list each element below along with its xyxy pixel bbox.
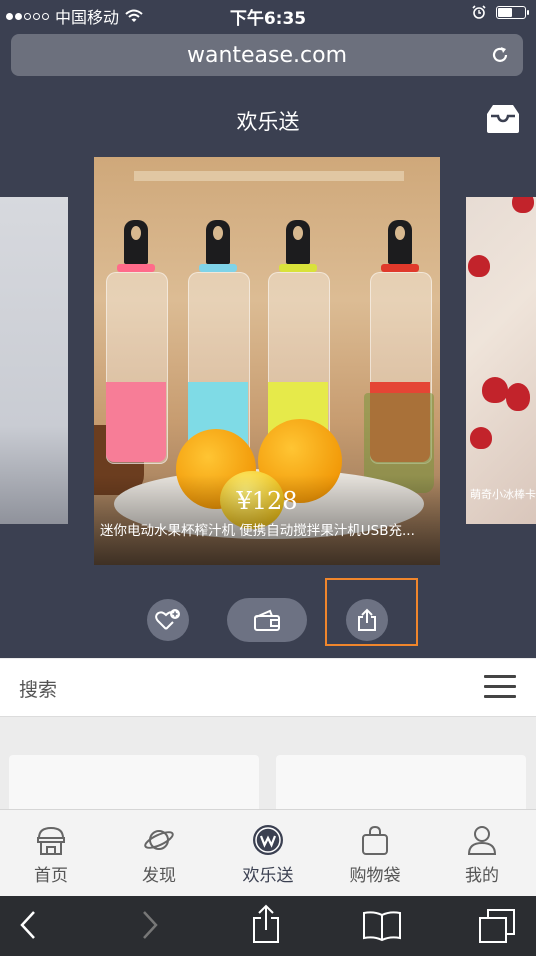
hero-section: 欢乐送 ¥128 迷你电动水果杯榨汁机 便携自动搅拌果汁机USB充... 萌奇小… [0,90,536,658]
alarm-clock-icon [472,5,486,19]
bottle-pink-image [102,220,168,465]
product-description: 迷你电动水果杯榨汁机 便携自动搅拌果汁机USB充... [100,523,415,539]
content-tile[interactable] [276,755,526,815]
status-bar: 中国移动 下午6:35 [0,0,536,29]
content-area [0,717,536,815]
card-action-row [0,595,536,645]
tab-mine[interactable]: 我的 [432,810,532,897]
planet-icon [144,830,174,850]
home-icon [37,826,65,855]
wallet-button[interactable] [227,598,307,642]
tab-discover[interactable]: 发现 [109,810,209,897]
status-time: 下午6:35 [229,9,307,29]
tab-shopping-bag[interactable]: 购物袋 [325,810,425,897]
browser-address-area: wantease.com [0,28,536,90]
tab-discover-label: 发现 [142,866,176,886]
favorite-button[interactable] [147,599,189,641]
inbox-tray-icon[interactable] [484,102,522,136]
tabs-icon[interactable] [478,908,516,944]
tab-happy-delivery[interactable]: 欢乐送 [218,810,318,897]
content-tile[interactable] [9,755,259,815]
share-highlight-box [325,578,418,646]
status-right [472,5,529,19]
url-text: wantease.com [186,42,348,68]
person-icon [467,826,497,855]
back-icon[interactable] [18,908,38,942]
next-product-card[interactable]: 萌奇小冰棒卡 [466,197,536,524]
search-bar[interactable]: 搜索 [0,659,536,717]
tab-mine-label: 我的 [465,866,499,886]
reload-icon[interactable] [489,44,511,66]
forward-icon[interactable] [140,908,160,942]
shopping-bag-icon [362,825,388,855]
product-card[interactable]: ¥128 迷你电动水果杯榨汁机 便携自动搅拌果汁机USB充... [94,157,440,565]
product-price: ¥128 [236,487,298,515]
wallet-icon [254,609,280,631]
next-card-caption: 萌奇小冰棒卡 [470,488,536,501]
browser-toolbar [0,896,536,956]
tab-home[interactable]: 首页 [1,810,101,897]
tab-home-label: 首页 [34,866,68,886]
search-label: 搜索 [19,679,58,701]
url-bar[interactable]: wantease.com [11,34,523,76]
tab-happy-delivery-label: 欢乐送 [242,866,294,886]
page-title: 欢乐送 [236,110,300,134]
bookmarks-icon[interactable] [362,910,402,942]
menu-icon[interactable] [484,675,516,699]
tab-shopping-bag-label: 购物袋 [349,866,401,886]
bottom-tab-bar: 首页 发现 欢乐送 购物袋 我的 [0,809,536,897]
share-icon[interactable] [250,904,282,944]
w-logo-icon [253,825,283,855]
previous-product-card[interactable] [0,197,68,524]
battery-icon [496,5,529,19]
heart-plus-icon [155,609,180,630]
